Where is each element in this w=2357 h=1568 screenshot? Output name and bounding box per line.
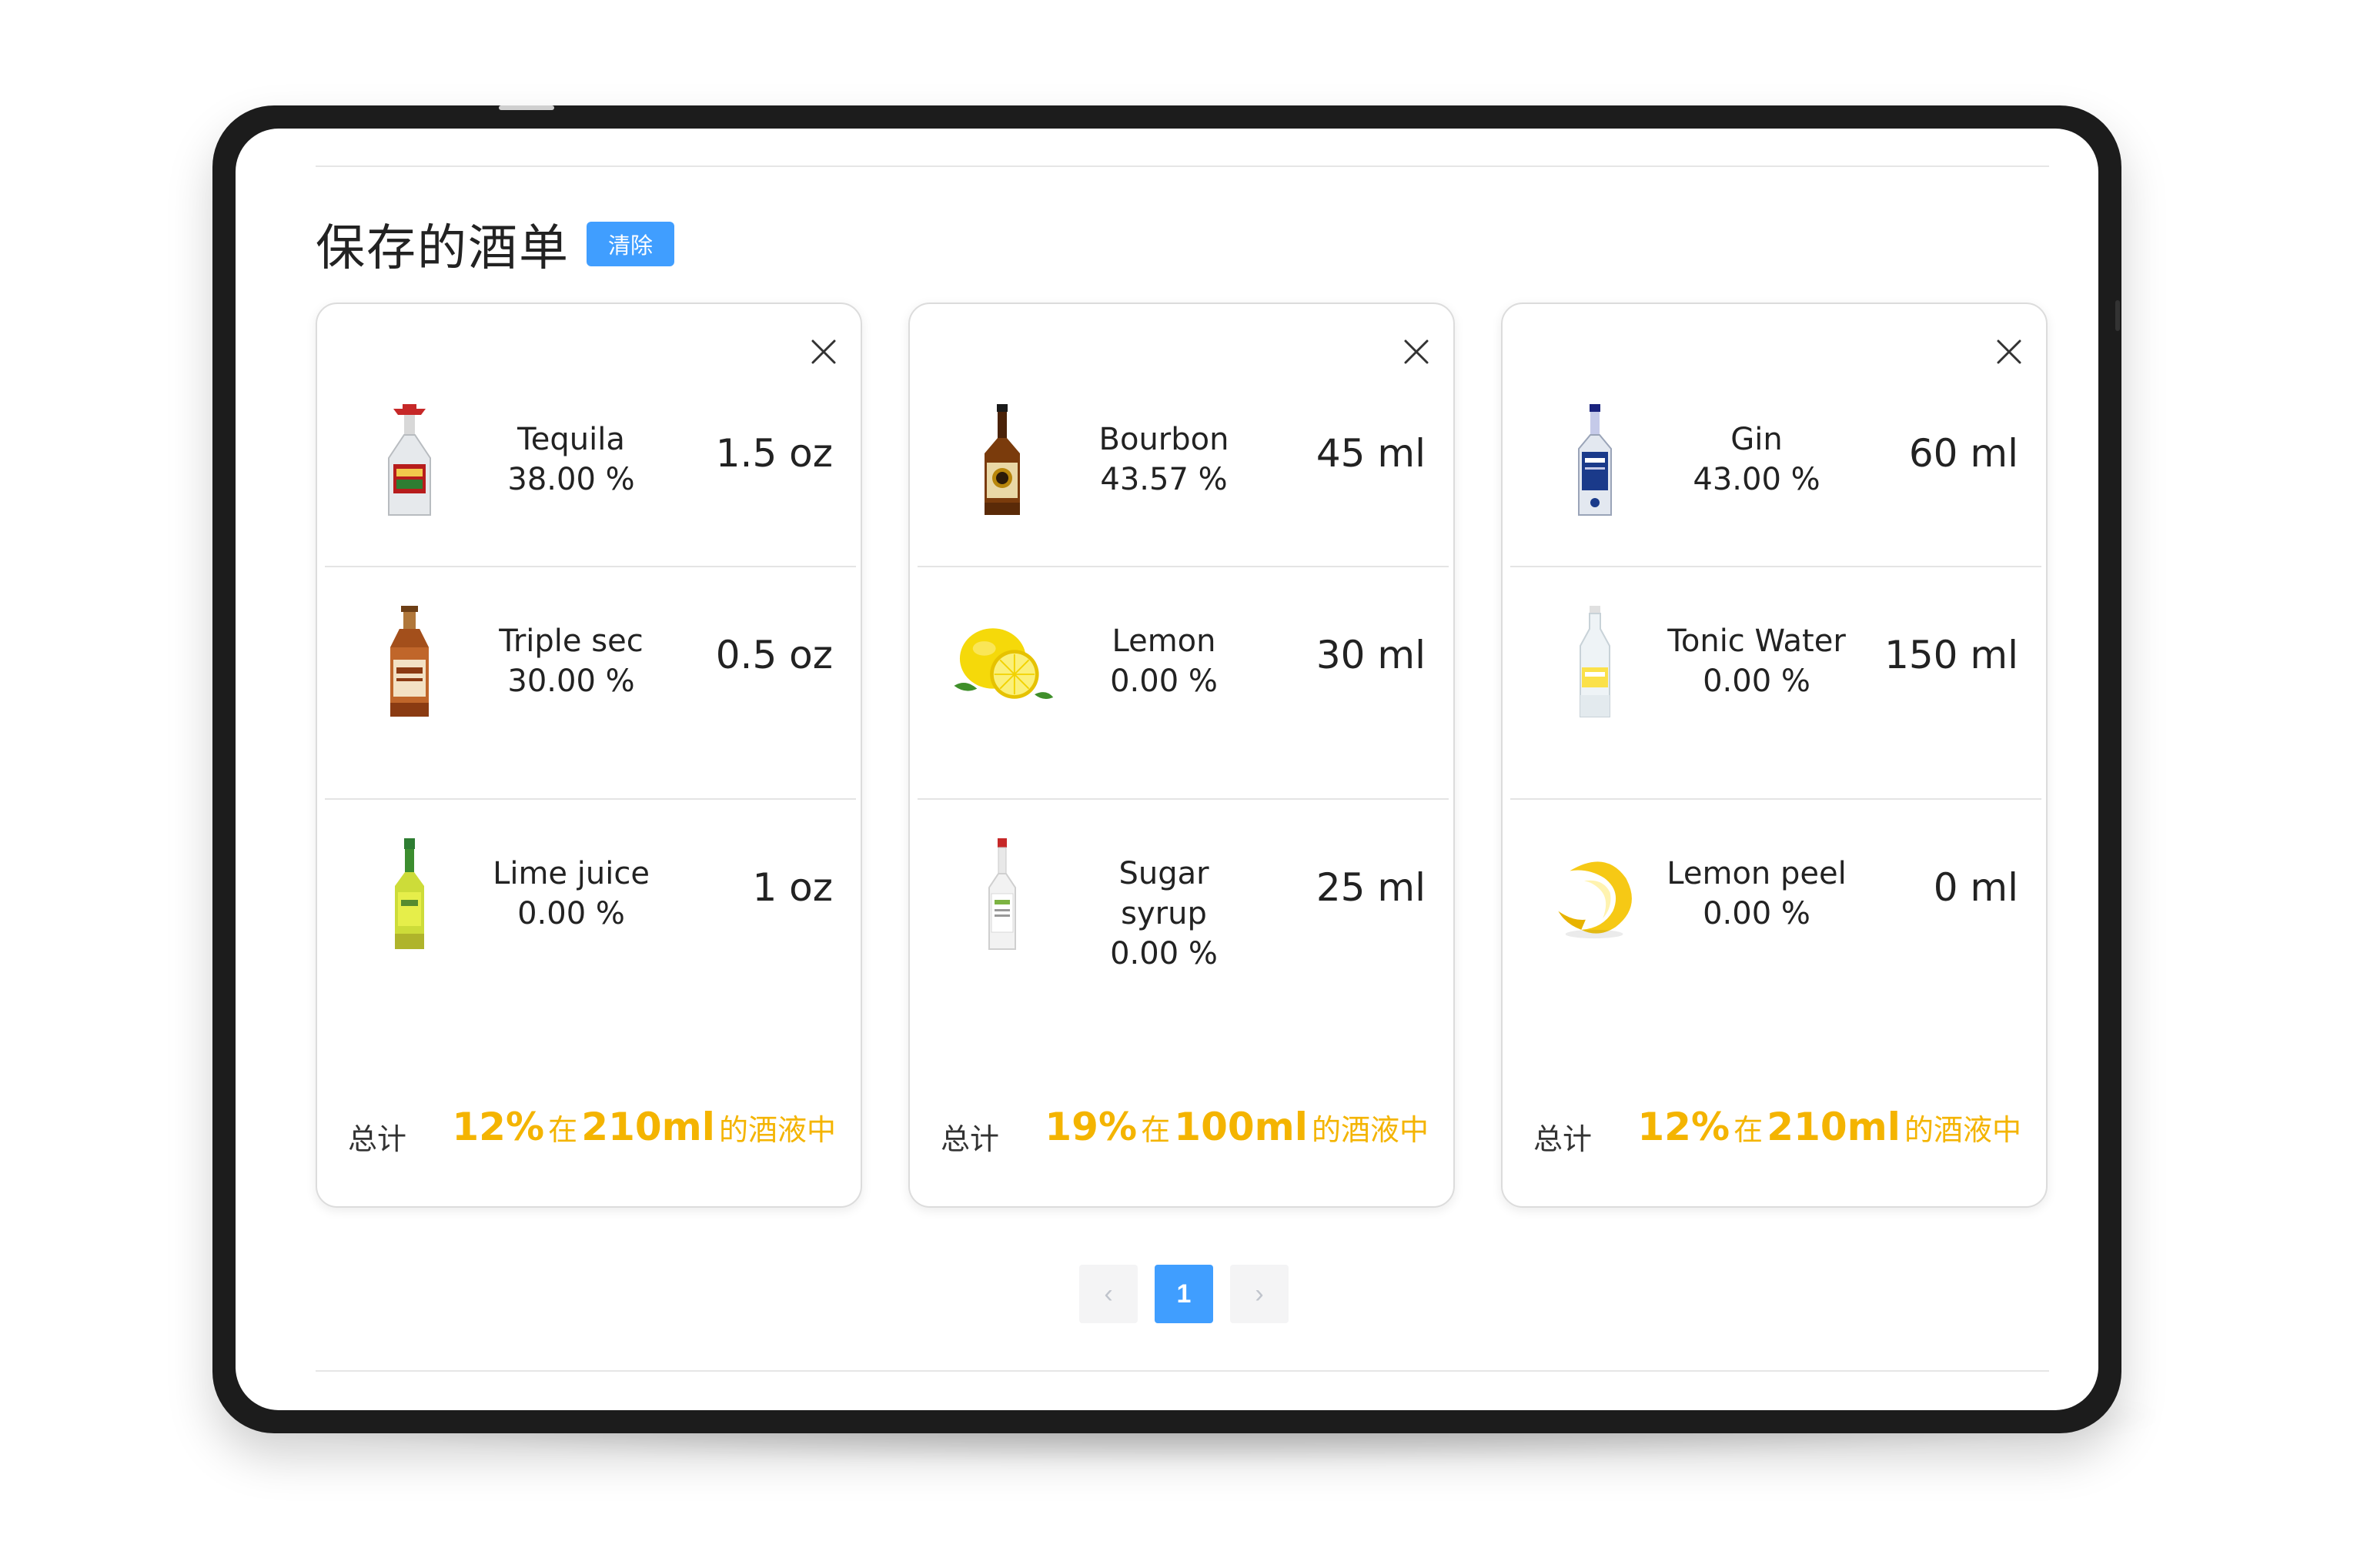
ingredient-abv: 0.00 % xyxy=(1703,664,1810,699)
ingredient-name: Triple sec xyxy=(499,624,644,659)
recipe-total: 总计 12% 在 210ml 的酒液中 xyxy=(317,1105,864,1156)
ingredient-row: Bourbon 43.57 % 45 ml xyxy=(918,304,1449,535)
total-label: 总计 xyxy=(1533,1122,1593,1156)
total-value: 12% 在 210ml 的酒液中 xyxy=(452,1105,836,1149)
total-in: 在 xyxy=(548,1113,578,1147)
section-header: 保存的酒单 清除 xyxy=(316,213,675,277)
ingredient-row: Lemon peel 0.00 % 0 ml xyxy=(1510,769,2041,1000)
pagination: ‹ 1 › xyxy=(1079,1265,1289,1323)
ingredient-row: Lime juice 0.00 % 1 oz xyxy=(325,769,856,1000)
ingredient-row: Tequila 38.00 % 1.5 oz xyxy=(325,304,856,535)
recipe-total: 总计 12% 在 210ml 的酒液中 xyxy=(1503,1105,2049,1156)
total-suffix: 的酒液中 xyxy=(1311,1113,1429,1147)
triple-sec-bottle-icon xyxy=(356,606,463,721)
ingredient-info: Gin 43.00 % xyxy=(1664,420,1849,500)
ingredient-info: Lime juice 0.00 % xyxy=(479,854,664,934)
page-title: 保存的酒单 xyxy=(316,220,570,277)
ingredient-amount: 150 ml xyxy=(1884,633,2018,677)
ingredient-row: Gin 43.00 % 60 ml xyxy=(1510,304,2041,535)
total-percent: 19% xyxy=(1045,1105,1138,1149)
lime-juice-bottle-icon xyxy=(356,838,463,954)
total-percent: 12% xyxy=(1637,1105,1730,1149)
total-volume: 100ml xyxy=(1174,1105,1308,1149)
ingredient-name: Bourbon xyxy=(1098,422,1229,457)
ingredient-name: Gin xyxy=(1730,422,1783,457)
ingredient-info: Tequila 38.00 % xyxy=(479,420,664,500)
recipe-card: Tequila 38.00 % 1.5 oz Triple sec 30.00 … xyxy=(316,303,862,1208)
lemon-icon xyxy=(948,606,1056,721)
ingredient-info: Lemon peel 0.00 % xyxy=(1664,854,1849,934)
ingredient-amount: 60 ml xyxy=(1908,431,2018,476)
ingredient-abv: 38.00 % xyxy=(507,462,635,497)
ingredient-amount: 0.5 oz xyxy=(715,633,833,677)
gin-bottle-icon xyxy=(1541,404,1649,520)
total-in: 在 xyxy=(1141,1113,1171,1147)
total-volume: 210ml xyxy=(581,1105,715,1149)
total-label: 总计 xyxy=(348,1122,407,1156)
ingredient-amount: 0 ml xyxy=(1933,865,2018,910)
tonic-water-bottle-icon xyxy=(1541,606,1649,721)
top-divider xyxy=(316,165,2049,167)
ingredient-abv: 30.00 % xyxy=(507,664,635,699)
clear-button[interactable]: 清除 xyxy=(587,222,675,266)
ingredient-info: Lemon 0.00 % xyxy=(1072,621,1256,701)
lemon-peel-icon xyxy=(1541,838,1649,954)
ingredient-amount: 45 ml xyxy=(1316,431,1426,476)
ingredient-info: Sugar syrup 0.00 % xyxy=(1072,854,1256,974)
total-in: 在 xyxy=(1733,1113,1764,1147)
ingredient-name: Lime juice xyxy=(493,856,650,891)
ingredient-amount: 25 ml xyxy=(1316,865,1426,910)
next-page-button[interactable]: › xyxy=(1230,1265,1289,1323)
tequila-bottle-icon xyxy=(356,404,463,520)
prev-page-button[interactable]: ‹ xyxy=(1079,1265,1138,1323)
recipe-card: Bourbon 43.57 % 45 ml Lemon 0.00 % 30 ml… xyxy=(908,303,1455,1208)
ingredient-row: Sugar syrup 0.00 % 25 ml xyxy=(918,769,1449,1000)
ingredient-amount: 1 oz xyxy=(752,865,833,910)
ingredient-abv: 43.57 % xyxy=(1100,462,1228,497)
ingredient-abv: 0.00 % xyxy=(1703,896,1810,931)
total-volume: 210ml xyxy=(1767,1105,1901,1149)
total-percent: 12% xyxy=(452,1105,545,1149)
ingredient-name: Lemon peel xyxy=(1667,856,1847,891)
ingredient-row: Lemon 0.00 % 30 ml xyxy=(918,537,1449,767)
ingredient-name: Tequila xyxy=(517,422,625,457)
ingredient-abv: 43.00 % xyxy=(1693,462,1820,497)
ingredient-row: Triple sec 30.00 % 0.5 oz xyxy=(325,537,856,767)
ingredient-name: Tonic Water xyxy=(1667,624,1846,659)
ingredient-abv: 0.00 % xyxy=(1110,664,1218,699)
total-value: 19% 在 100ml 的酒液中 xyxy=(1045,1105,1429,1149)
bourbon-bottle-icon xyxy=(948,404,1056,520)
tablet-side-button xyxy=(2115,300,2120,331)
tablet-top-button xyxy=(499,105,554,110)
recipe-card: Gin 43.00 % 60 ml Tonic Water 0.00 % 150… xyxy=(1501,303,2048,1208)
ingredient-info: Tonic Water 0.00 % xyxy=(1664,621,1849,701)
ingredient-amount: 1.5 oz xyxy=(715,431,833,476)
total-suffix: 的酒液中 xyxy=(718,1113,836,1147)
ingredient-abv: 0.00 % xyxy=(517,896,625,931)
ingredient-abv: 0.00 % xyxy=(1110,936,1218,971)
total-label: 总计 xyxy=(941,1122,1000,1156)
ingredient-row: Tonic Water 0.00 % 150 ml xyxy=(1510,537,2041,767)
total-value: 12% 在 210ml 的酒液中 xyxy=(1637,1105,2021,1149)
ingredient-info: Bourbon 43.57 % xyxy=(1072,420,1256,500)
ingredient-info: Triple sec 30.00 % xyxy=(479,621,664,701)
recipe-total: 总计 19% 在 100ml 的酒液中 xyxy=(910,1105,1456,1156)
saved-recipes-list: Tequila 38.00 % 1.5 oz Triple sec 30.00 … xyxy=(316,303,2049,1208)
ingredient-name: Lemon xyxy=(1112,624,1216,659)
page-number-button[interactable]: 1 xyxy=(1155,1265,1213,1323)
ingredient-name: Sugar syrup xyxy=(1118,856,1209,931)
syrup-bottle-icon xyxy=(948,838,1056,954)
ingredient-amount: 30 ml xyxy=(1316,633,1426,677)
bottom-divider xyxy=(316,1370,2049,1372)
total-suffix: 的酒液中 xyxy=(1904,1113,2021,1147)
app-screen: 保存的酒单 清除 Tequila 38.00 % 1.5 oz Triple s… xyxy=(236,129,2098,1410)
